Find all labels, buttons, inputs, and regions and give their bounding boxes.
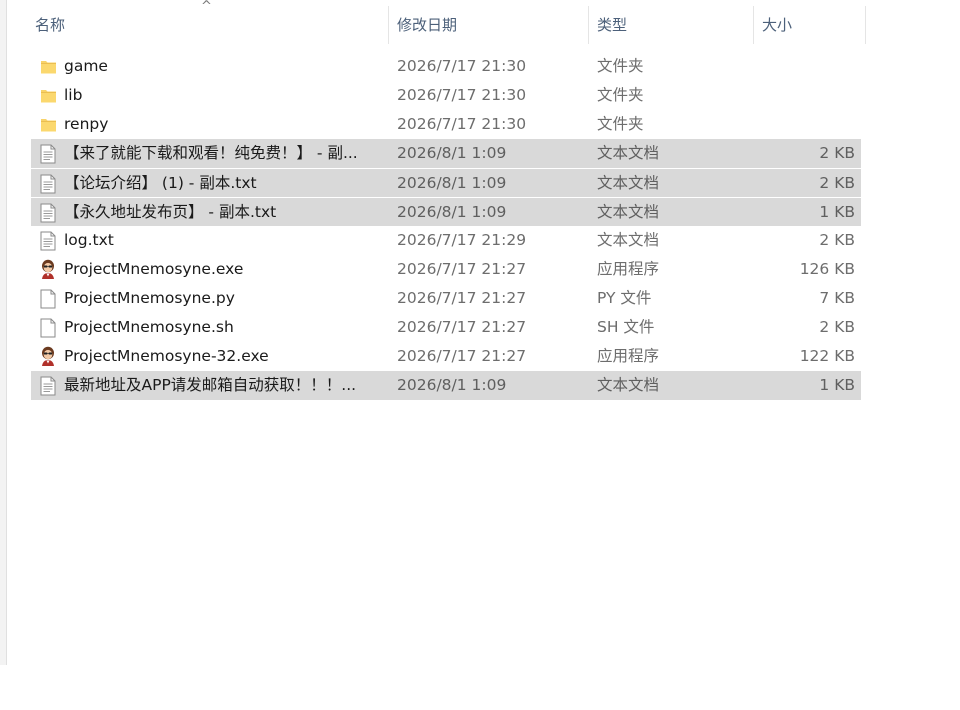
file-row-selected[interactable]: 【来了就能下载和观看！纯免费！】 - 副... 2026/8/1 1:09 文本文档…	[31, 139, 861, 168]
text-document-icon	[37, 139, 57, 168]
file-date-modified: 2026/8/1 1:09	[397, 203, 507, 221]
text-document-icon	[37, 198, 57, 227]
file-size: 2 KB	[819, 318, 855, 336]
file-name[interactable]: 【永久地址发布页】 - 副本.txt	[64, 198, 384, 227]
file-type: 文本文档	[597, 231, 660, 249]
file-name[interactable]: renpy	[64, 110, 384, 139]
column-header-bar: ^ 名称 修改日期 类型 大小	[0, 0, 866, 46]
column-header-size[interactable]: 大小	[754, 6, 866, 44]
file-type: PY 文件	[597, 289, 652, 307]
blank-file-icon	[37, 284, 57, 313]
file-type: 文本文档	[597, 144, 660, 162]
navigation-pane-edge[interactable]	[0, 0, 7, 665]
file-date-modified: 2026/8/1 1:09	[397, 144, 507, 162]
file-type: 文件夹	[597, 115, 644, 133]
column-header-date-modified[interactable]: 修改日期	[389, 6, 589, 44]
column-header-type[interactable]: 类型	[589, 6, 754, 44]
file-row[interactable]: lib 2026/7/17 21:30 文件夹	[31, 81, 861, 110]
file-type: 应用程序	[597, 347, 660, 365]
file-name[interactable]: log.txt	[64, 226, 384, 255]
text-document-icon	[37, 169, 57, 198]
file-type: 文本文档	[597, 203, 660, 221]
file-type: 文件夹	[597, 57, 644, 75]
file-size: 1 KB	[819, 376, 855, 394]
file-size: 126 KB	[799, 260, 855, 278]
file-type: 文本文档	[597, 376, 660, 394]
application-icon	[37, 255, 57, 284]
file-row-selected[interactable]: 最新地址及APP请发邮箱自动获取！！！... 2026/8/1 1:09 文本文档 1…	[31, 371, 861, 400]
file-type: SH 文件	[597, 318, 655, 336]
file-date-modified: 2026/7/17 21:27	[397, 318, 527, 336]
file-row[interactable]: log.txt 2026/7/17 21:29 文本文档 2 KB	[31, 226, 861, 255]
file-size: 2 KB	[819, 231, 855, 249]
file-name[interactable]: ProjectMnemosyne-32.exe	[64, 342, 384, 371]
file-name[interactable]: ProjectMnemosyne.exe	[64, 255, 384, 284]
file-row[interactable]: ProjectMnemosyne.sh 2026/7/17 21:27 SH 文件 2…	[31, 313, 861, 342]
folder-icon	[37, 52, 57, 81]
folder-icon	[37, 110, 57, 139]
file-date-modified: 2026/7/17 21:27	[397, 260, 527, 278]
file-date-modified: 2026/7/17 21:30	[397, 86, 527, 104]
file-name[interactable]: 【来了就能下载和观看！纯免费！】 - 副...	[64, 139, 384, 168]
file-size: 2 KB	[819, 144, 855, 162]
file-date-modified: 2026/8/1 1:09	[397, 376, 507, 394]
column-header-name[interactable]: 名称	[0, 6, 389, 44]
file-name[interactable]: lib	[64, 81, 384, 110]
file-row-selected[interactable]: 【永久地址发布页】 - 副本.txt 2026/8/1 1:09 文本文档 1 KB	[31, 197, 861, 226]
file-name[interactable]: ProjectMnemosyne.py	[64, 284, 384, 313]
folder-icon	[37, 81, 57, 110]
file-date-modified: 2026/8/1 1:09	[397, 174, 507, 192]
file-date-modified: 2026/7/17 21:27	[397, 347, 527, 365]
file-type: 文本文档	[597, 174, 660, 192]
blank-file-icon	[37, 313, 57, 342]
file-type: 应用程序	[597, 260, 660, 278]
file-name[interactable]: ProjectMnemosyne.sh	[64, 313, 384, 342]
file-row[interactable]: ProjectMnemosyne.exe 2026/7/17 21:27 应用程序 1…	[31, 255, 861, 284]
file-size: 1 KB	[819, 203, 855, 221]
file-date-modified: 2026/7/17 21:29	[397, 231, 527, 249]
file-name[interactable]: 【论坛介绍】 (1) - 副本.txt	[64, 169, 384, 198]
application-icon	[37, 342, 57, 371]
file-date-modified: 2026/7/17 21:30	[397, 115, 527, 133]
file-type: 文件夹	[597, 86, 644, 104]
text-document-icon	[37, 226, 57, 255]
file-name[interactable]: 最新地址及APP请发邮箱自动获取！！！...	[64, 371, 384, 400]
file-date-modified: 2026/7/17 21:30	[397, 57, 527, 75]
file-size: 2 KB	[819, 174, 855, 192]
file-date-modified: 2026/7/17 21:27	[397, 289, 527, 307]
text-document-icon	[37, 371, 57, 400]
file-row[interactable]: renpy 2026/7/17 21:30 文件夹	[31, 110, 861, 139]
file-row[interactable]: ProjectMnemosyne-32.exe 2026/7/17 21:27 应用…	[31, 342, 861, 371]
file-row-selected[interactable]: 【论坛介绍】 (1) - 副本.txt 2026/8/1 1:09 文本文档 2 KB	[31, 168, 861, 197]
file-size: 7 KB	[819, 289, 855, 307]
file-name[interactable]: game	[64, 52, 384, 81]
file-list: game 2026/7/17 21:30 文件夹 lib 2026/7/17 21:30…	[31, 52, 861, 400]
file-explorer-window: ^ 名称 修改日期 类型 大小 game 2026/7/17 21:30 文件夹 li…	[0, 0, 960, 710]
file-size: 122 KB	[799, 347, 855, 365]
file-row[interactable]: game 2026/7/17 21:30 文件夹	[31, 52, 861, 81]
file-row[interactable]: ProjectMnemosyne.py 2026/7/17 21:27 PY 文件 7…	[31, 284, 861, 313]
